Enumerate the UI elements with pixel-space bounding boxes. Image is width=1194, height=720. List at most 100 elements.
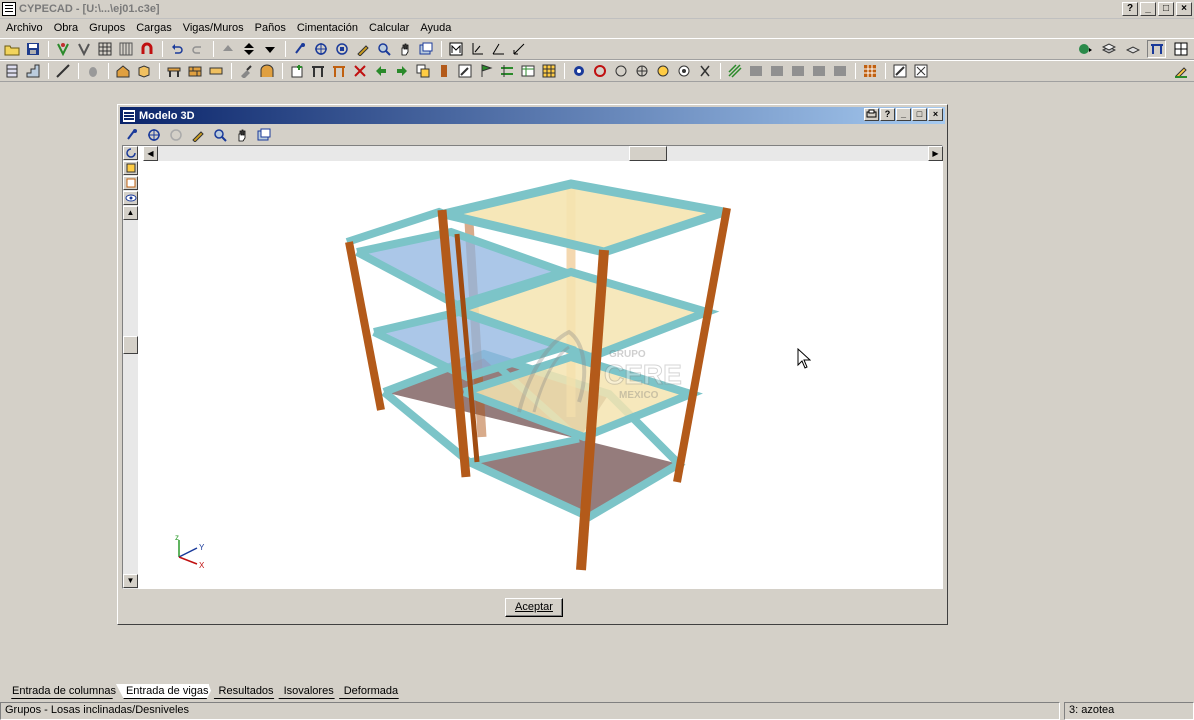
tab-entrada-vigas[interactable]: Entrada de vigas — [115, 684, 215, 699]
orbit-icon[interactable] — [123, 146, 138, 160]
box-icon[interactable] — [134, 62, 153, 80]
magnet-icon[interactable] — [137, 40, 156, 58]
column-edit-icon[interactable] — [434, 62, 453, 80]
zoom-window-icon[interactable] — [332, 40, 351, 58]
scroll-up-button[interactable]: ▲ — [123, 206, 138, 220]
minimize-button[interactable]: _ — [1140, 2, 1156, 16]
wall-icon[interactable] — [185, 62, 204, 80]
frame-edit-icon[interactable] — [329, 62, 348, 80]
open-icon[interactable] — [2, 40, 21, 58]
tab-deformada[interactable]: Deformada — [333, 684, 405, 699]
move-icon[interactable] — [371, 62, 390, 80]
axes-icon[interactable] — [467, 40, 486, 58]
tab-isovalores[interactable]: Isovalores — [273, 684, 340, 699]
line-icon[interactable] — [509, 40, 528, 58]
edit-icon[interactable] — [455, 62, 474, 80]
help-button[interactable]: ? — [1122, 2, 1138, 16]
dialog-maximize-button[interactable]: □ — [912, 108, 927, 121]
color-grid-icon[interactable] — [860, 62, 879, 80]
menu-grupos[interactable]: Grupos — [85, 22, 129, 34]
column-icon[interactable] — [2, 62, 21, 80]
down-arrow-icon[interactable] — [260, 40, 279, 58]
gray-1-icon[interactable] — [746, 62, 765, 80]
view-3d-icon[interactable] — [1147, 40, 1166, 58]
horizontal-scroll-thumb[interactable] — [629, 146, 667, 161]
dialog-print-button[interactable] — [864, 108, 879, 121]
gray-4-icon[interactable] — [809, 62, 828, 80]
hand-icon[interactable] — [83, 62, 102, 80]
horizontal-scrollbar[interactable]: ◀ ▶ — [143, 146, 943, 161]
menu-archivo[interactable]: Archivo — [2, 22, 47, 34]
gray-2-icon[interactable] — [767, 62, 786, 80]
tree-icon[interactable] — [53, 40, 72, 58]
accept-button[interactable]: Aceptar — [505, 598, 563, 617]
globe-icon[interactable] — [1075, 40, 1094, 58]
pen-icon[interactable] — [353, 40, 372, 58]
menu-cargas[interactable]: Cargas — [132, 22, 175, 34]
grid-view-icon[interactable] — [1171, 40, 1190, 58]
plan-icon[interactable] — [446, 40, 465, 58]
eye-icon[interactable] — [123, 191, 138, 205]
add-icon[interactable] — [287, 62, 306, 80]
layers2-icon[interactable] — [1123, 40, 1142, 58]
tab-entrada-columnas[interactable]: Entrada de columnas — [2, 684, 122, 699]
dialog-close-button[interactable]: × — [928, 108, 943, 121]
rotate-icon[interactable] — [290, 40, 309, 58]
node4-icon[interactable] — [653, 62, 672, 80]
updown-arrow-icon[interactable] — [239, 40, 258, 58]
dialog-titlebar[interactable]: Modelo 3D ? _ □ × — [120, 107, 945, 124]
scroll-down-button[interactable]: ▼ — [123, 574, 138, 588]
grid-edit-icon[interactable] — [539, 62, 558, 80]
redo-icon[interactable] — [188, 40, 207, 58]
menu-calcular[interactable]: Calcular — [365, 22, 413, 34]
view-front-icon[interactable] — [123, 161, 138, 175]
scroll-right-button[interactable]: ▶ — [928, 146, 943, 161]
node5-icon[interactable] — [674, 62, 693, 80]
pan-view-icon[interactable] — [232, 126, 251, 144]
up-arrow-icon[interactable] — [218, 40, 237, 58]
vertical-scroll-thumb[interactable] — [123, 336, 138, 354]
gray-5-icon[interactable] — [830, 62, 849, 80]
rotate-view-icon[interactable] — [122, 126, 141, 144]
brush-icon[interactable] — [236, 62, 255, 80]
measure-icon[interactable] — [890, 62, 909, 80]
menu-vigas-muros[interactable]: Vigas/Muros — [179, 22, 248, 34]
restore-button[interactable]: □ — [1158, 2, 1174, 16]
grid-icon[interactable] — [95, 40, 114, 58]
house-icon[interactable] — [113, 62, 132, 80]
menu-obra[interactable]: Obra — [50, 22, 82, 34]
grid2-icon[interactable] — [116, 40, 135, 58]
beam-icon[interactable] — [164, 62, 183, 80]
vertical-scrollbar[interactable]: ▲ ▼ — [123, 146, 138, 589]
slab-icon[interactable] — [206, 62, 225, 80]
dialog-minimize-button[interactable]: _ — [896, 108, 911, 121]
flag-icon[interactable] — [476, 62, 495, 80]
zoom-view-icon[interactable] — [210, 126, 229, 144]
zoom-extents-view-icon[interactable] — [144, 126, 163, 144]
arch-icon[interactable] — [257, 62, 276, 80]
pencil-icon[interactable] — [1171, 62, 1190, 80]
3d-viewport[interactable]: ◀ ▶ ▲ ▼ GRUPO CERE MEXICO z Y X — [122, 145, 943, 589]
stair-icon[interactable] — [23, 62, 42, 80]
menu-panos[interactable]: Paños — [251, 22, 290, 34]
frame-icon[interactable] — [308, 62, 327, 80]
scroll-left-button[interactable]: ◀ — [143, 146, 158, 161]
node2-icon[interactable] — [611, 62, 630, 80]
tab-resultados[interactable]: Resultados — [208, 684, 280, 699]
pen-view-icon[interactable] — [188, 126, 207, 144]
dialog-help-button[interactable]: ? — [880, 108, 895, 121]
pan-icon[interactable] — [395, 40, 414, 58]
table-icon[interactable] — [518, 62, 537, 80]
angle-icon[interactable] — [488, 40, 507, 58]
layers-icon[interactable] — [1099, 40, 1118, 58]
menu-cimentacion[interactable]: Cimentación — [293, 22, 362, 34]
view-side-icon[interactable] — [123, 176, 138, 190]
move-left-icon[interactable] — [392, 62, 411, 80]
hatch-icon[interactable] — [725, 62, 744, 80]
node-icon[interactable] — [569, 62, 588, 80]
zoom-extents-icon[interactable] — [311, 40, 330, 58]
window-icon[interactable] — [416, 40, 435, 58]
align-icon[interactable] — [497, 62, 516, 80]
save-icon[interactable] — [23, 40, 42, 58]
menu-ayuda[interactable]: Ayuda — [416, 22, 455, 34]
